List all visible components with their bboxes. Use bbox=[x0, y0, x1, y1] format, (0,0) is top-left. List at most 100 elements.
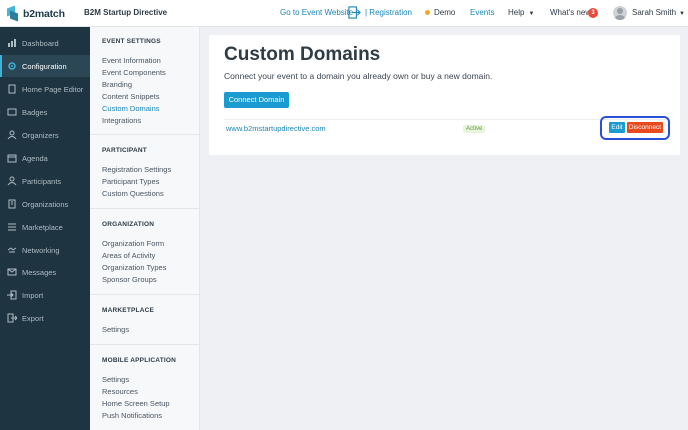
page-subtitle: Connect your event to a domain you alrea… bbox=[224, 71, 493, 81]
section-mobile-application: MOBILE APPLICATION Settings Resources Ho… bbox=[90, 357, 200, 422]
sidebar-item-label: Marketplace bbox=[22, 222, 63, 232]
people-icon bbox=[7, 130, 17, 140]
sidebar-item-label: Import bbox=[22, 290, 44, 300]
subnav-content-snippets[interactable]: Content Snippets bbox=[90, 91, 200, 103]
section-participant: PARTICIPANT Registration Settings Partic… bbox=[90, 147, 200, 200]
connect-domain-button[interactable]: Connect Domain bbox=[224, 92, 289, 108]
settings-subnav: EVENT SETTINGS Event Information Event C… bbox=[90, 27, 200, 430]
sidebar-item-label: Organizations bbox=[22, 199, 69, 209]
sidebar-item-import[interactable]: Import bbox=[0, 284, 90, 306]
demo-label[interactable]: Demo bbox=[434, 8, 455, 17]
whats-new-badge: 3 bbox=[588, 8, 598, 18]
section-title: PARTICIPANT bbox=[102, 147, 147, 154]
sidebar-item-agenda[interactable]: Agenda bbox=[0, 147, 90, 169]
registration-link[interactable]: | Registration bbox=[365, 8, 412, 17]
sidebar-item-label: Messages bbox=[22, 267, 57, 277]
divider bbox=[90, 294, 200, 295]
whats-new-link[interactable]: What's new bbox=[550, 8, 591, 17]
page-title: Custom Domains bbox=[224, 44, 381, 65]
import-icon bbox=[7, 290, 17, 300]
section-organization: ORGANIZATION Organization Form Areas of … bbox=[90, 221, 200, 286]
sidebar-item-label: Organizers bbox=[22, 130, 59, 140]
divider bbox=[90, 134, 200, 135]
go-to-event-website-link[interactable]: Go to Event Website bbox=[280, 8, 353, 17]
subnav-branding[interactable]: Branding bbox=[90, 79, 200, 91]
status-badge: Active bbox=[463, 125, 486, 133]
sidebar: Dashboard Configuration Home Page Editor… bbox=[0, 27, 90, 430]
participants-icon bbox=[7, 176, 17, 186]
sidebar-item-marketplace[interactable]: Marketplace bbox=[0, 216, 90, 238]
avatar[interactable] bbox=[613, 6, 627, 20]
external-link-icon[interactable] bbox=[348, 6, 361, 19]
subnav-push-notifications[interactable]: Push Notifications bbox=[90, 410, 200, 422]
domain-link[interactable]: www.b2mstartupdirective.com bbox=[226, 124, 326, 133]
subnav-home-screen-setup[interactable]: Home Screen Setup bbox=[90, 398, 200, 410]
sidebar-item-export[interactable]: Export bbox=[0, 307, 90, 329]
subnav-event-information[interactable]: Event Information bbox=[90, 55, 200, 67]
calendar-icon bbox=[7, 153, 17, 163]
subnav-organization-types[interactable]: Organization Types bbox=[90, 262, 200, 274]
sidebar-item-label: Configuration bbox=[22, 61, 67, 71]
disconnect-button[interactable]: Disconnect bbox=[627, 122, 663, 133]
subnav-custom-domains[interactable]: Custom Domains bbox=[90, 103, 200, 115]
sidebar-item-organizations[interactable]: Organizations bbox=[0, 193, 90, 215]
subnav-marketplace-settings[interactable]: Settings bbox=[90, 324, 200, 336]
section-marketplace: MARKETPLACE Settings bbox=[90, 307, 200, 336]
chevron-down-icon: ▼ bbox=[679, 11, 685, 17]
document-icon bbox=[7, 84, 17, 94]
building-icon bbox=[7, 199, 17, 209]
sidebar-item-badges[interactable]: Badges bbox=[0, 101, 90, 123]
sidebar-item-configuration[interactable]: Configuration bbox=[0, 55, 90, 77]
sidebar-item-networking[interactable]: Networking bbox=[0, 239, 90, 261]
sidebar-item-label: Export bbox=[22, 313, 44, 323]
help-menu[interactable]: Help ▼ bbox=[508, 8, 534, 17]
divider bbox=[90, 208, 200, 209]
events-link[interactable]: Events bbox=[470, 8, 494, 17]
sidebar-item-messages[interactable]: Messages bbox=[0, 261, 90, 283]
subnav-participant-types[interactable]: Participant Types bbox=[90, 176, 200, 188]
envelope-icon bbox=[7, 267, 17, 277]
help-label: Help bbox=[508, 8, 525, 17]
sidebar-item-label: Agenda bbox=[22, 153, 48, 163]
subnav-organization-form[interactable]: Organization Form bbox=[90, 238, 200, 250]
section-title: ORGANIZATION bbox=[102, 221, 155, 228]
sidebar-item-participants[interactable]: Participants bbox=[0, 170, 90, 192]
demo-status-dot bbox=[425, 10, 430, 15]
sidebar-item-dashboard[interactable]: Dashboard bbox=[0, 32, 90, 54]
b2match-logo-icon bbox=[7, 5, 19, 21]
subnav-registration-settings[interactable]: Registration Settings bbox=[90, 164, 200, 176]
dashboard-icon bbox=[7, 38, 17, 48]
badge-icon bbox=[7, 107, 17, 117]
custom-domains-card: Custom Domains Connect your event to a d… bbox=[209, 35, 680, 155]
logo[interactable]: b2match bbox=[7, 5, 65, 22]
divider bbox=[90, 344, 200, 345]
chevron-down-icon: ▼ bbox=[528, 11, 535, 17]
subnav-mobile-settings[interactable]: Settings bbox=[90, 374, 200, 386]
section-title: MOBILE APPLICATION bbox=[102, 357, 177, 364]
sidebar-item-label: Dashboard bbox=[22, 38, 59, 48]
gear-icon bbox=[7, 61, 17, 71]
user-menu[interactable]: Sarah Smith ▼ bbox=[632, 8, 685, 17]
subnav-event-components[interactable]: Event Components bbox=[90, 67, 200, 79]
user-name: Sarah Smith bbox=[632, 8, 677, 17]
subnav-integrations[interactable]: Integrations bbox=[90, 115, 200, 127]
section-title: EVENT SETTINGS bbox=[102, 38, 161, 45]
section-event-settings: EVENT SETTINGS Event Information Event C… bbox=[90, 38, 200, 127]
logo-text: b2match bbox=[23, 7, 65, 20]
section-title: MARKETPLACE bbox=[102, 307, 155, 314]
sidebar-item-label: Networking bbox=[22, 245, 60, 255]
export-icon bbox=[7, 313, 17, 323]
top-bar: b2match B2M Startup Directive Go to Even… bbox=[0, 0, 688, 27]
subnav-areas-of-activity[interactable]: Areas of Activity bbox=[90, 250, 200, 262]
sidebar-item-label: Participants bbox=[22, 176, 62, 186]
edit-button[interactable]: Edit bbox=[609, 122, 625, 133]
sidebar-item-label: Home Page Editor bbox=[22, 84, 84, 94]
event-name: B2M Startup Directive bbox=[84, 8, 168, 17]
sidebar-item-label: Badges bbox=[22, 107, 48, 117]
list-icon bbox=[7, 222, 17, 232]
subnav-resources[interactable]: Resources bbox=[90, 386, 200, 398]
subnav-sponsor-groups[interactable]: Sponsor Groups bbox=[90, 274, 200, 286]
sidebar-item-home-page-editor[interactable]: Home Page Editor bbox=[0, 78, 90, 100]
sidebar-item-organizers[interactable]: Organizers bbox=[0, 124, 90, 146]
subnav-custom-questions[interactable]: Custom Questions bbox=[90, 188, 200, 200]
